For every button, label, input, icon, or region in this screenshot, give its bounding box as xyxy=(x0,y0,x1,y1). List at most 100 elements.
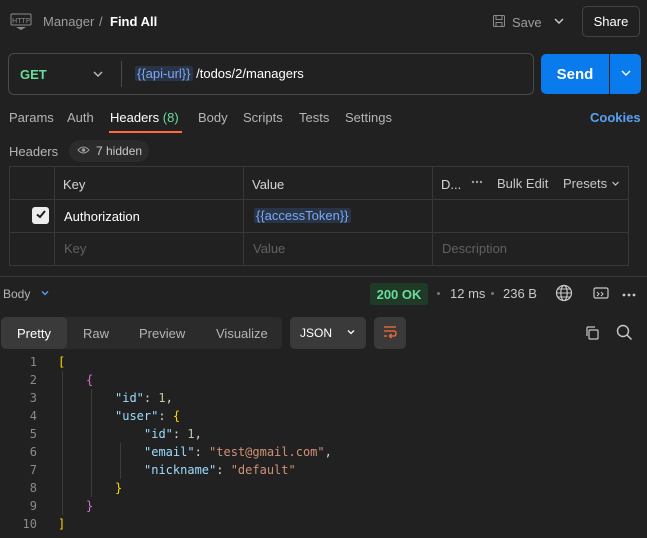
tab-headers-label: Headers xyxy=(110,110,160,125)
line-number: 7 xyxy=(29,463,37,477)
table-divider xyxy=(9,232,629,233)
send-button[interactable]: Send xyxy=(541,54,609,94)
table-divider xyxy=(432,166,433,266)
tab-headers[interactable]: Headers (8) xyxy=(110,110,179,125)
code-line: { xyxy=(86,373,94,387)
tab-settings[interactable]: Settings xyxy=(345,110,392,125)
chevron-down-icon xyxy=(346,326,356,340)
view-tab-preview[interactable]: Preview xyxy=(139,326,185,341)
tab-tests[interactable]: Tests xyxy=(299,110,329,125)
eye-icon xyxy=(77,144,90,158)
globe-icon[interactable] xyxy=(555,284,573,305)
more-options-icon[interactable] xyxy=(471,176,483,191)
save-icon xyxy=(492,14,506,31)
response-body-dropdown[interactable]: Body xyxy=(3,287,50,301)
panel-divider xyxy=(0,276,647,277)
presets-dropdown[interactable]: Presets xyxy=(563,176,620,191)
save-button[interactable]: Save xyxy=(492,10,542,34)
code-line: ] xyxy=(58,517,66,531)
line-number: 10 xyxy=(22,517,37,531)
url-path: /todos/2/managers xyxy=(196,66,304,81)
copy-icon[interactable] xyxy=(584,325,600,344)
hidden-headers-label: 7 hidden xyxy=(96,144,143,158)
line-number: 3 xyxy=(29,391,37,405)
code-line: [ xyxy=(58,355,66,369)
column-header-key: Key xyxy=(63,177,86,192)
code-line: } xyxy=(115,481,123,495)
table-divider xyxy=(243,166,244,266)
http-request-icon: HTTP xyxy=(10,11,32,31)
url-input[interactable]: {{api-url}} /todos/2/managers xyxy=(135,66,304,81)
view-tab-visualize[interactable]: Visualize xyxy=(216,326,268,341)
wrap-lines-icon xyxy=(382,325,398,342)
header-value-cell[interactable]: {{accessToken}} xyxy=(254,208,351,223)
view-tab-pretty[interactable]: Pretty xyxy=(17,326,51,341)
code-line: "id": 1, xyxy=(144,427,202,441)
response-size[interactable]: 236 B xyxy=(503,286,537,301)
new-key-input[interactable]: Key xyxy=(64,241,86,256)
column-header-value: Value xyxy=(252,177,285,192)
line-number: 4 xyxy=(29,409,37,423)
header-key-cell[interactable]: Authorization xyxy=(64,209,140,224)
tab-params[interactable]: Params xyxy=(9,110,54,125)
hidden-headers-toggle[interactable]: 7 hidden xyxy=(69,140,149,162)
url-variable-chip[interactable]: {{api-url}} xyxy=(135,66,193,81)
line-number: 6 xyxy=(29,445,37,459)
code-line: } xyxy=(86,499,94,513)
line-number: 2 xyxy=(29,373,37,387)
tab-scripts[interactable]: Scripts xyxy=(243,110,283,125)
search-icon[interactable] xyxy=(616,324,633,344)
code-line: "email": "test@gmail.com", xyxy=(144,445,332,459)
response-time[interactable]: 12 ms xyxy=(450,286,485,301)
checkmark-icon xyxy=(35,208,47,223)
view-tab-raw[interactable]: Raw xyxy=(83,326,109,341)
status-badge[interactable]: 200 OK xyxy=(370,283,428,305)
line-number: 1 xyxy=(29,355,37,369)
code-line: "user": { xyxy=(115,409,181,423)
tab-auth[interactable]: Auth xyxy=(67,110,94,125)
breadcrumb-separator: / xyxy=(99,14,103,29)
table-divider xyxy=(9,199,629,200)
chevron-down-icon xyxy=(620,67,632,82)
code-line: "nickname": "default" xyxy=(144,463,296,477)
svg-text:HTTP: HTTP xyxy=(12,17,30,25)
indent-guide xyxy=(120,443,121,479)
wrap-lines-button[interactable] xyxy=(374,317,406,349)
request-bar-divider xyxy=(121,61,122,87)
tab-headers-count: (8) xyxy=(162,110,179,125)
presets-label: Presets xyxy=(563,176,608,191)
send-options-button[interactable] xyxy=(610,54,641,94)
method-chevron-down-icon[interactable] xyxy=(92,68,104,80)
share-button[interactable]: Share xyxy=(582,6,640,37)
save-options-chevron-icon[interactable] xyxy=(552,14,566,28)
line-number: 9 xyxy=(29,499,37,513)
code-line: "id": 1, xyxy=(115,391,173,405)
separator-dot xyxy=(437,292,440,295)
cookies-link[interactable]: Cookies xyxy=(590,110,641,125)
bulk-edit-button[interactable]: Bulk Edit xyxy=(497,176,548,191)
indent-guide xyxy=(91,389,92,497)
method-select[interactable]: GET xyxy=(20,67,47,82)
save-response-icon[interactable] xyxy=(593,286,609,303)
active-tab-indicator xyxy=(109,131,182,133)
new-value-input[interactable]: Value xyxy=(253,241,285,256)
chevron-down-icon xyxy=(611,176,620,191)
header-enabled-checkbox[interactable] xyxy=(32,207,49,224)
indent-guide xyxy=(62,371,63,515)
save-label: Save xyxy=(512,14,542,30)
headers-section-title: Headers xyxy=(9,144,59,159)
line-number: 8 xyxy=(29,481,37,495)
tab-body[interactable]: Body xyxy=(198,110,228,125)
new-description-input[interactable]: Description xyxy=(442,241,507,256)
line-number: 5 xyxy=(29,427,37,441)
breadcrumb-collection[interactable]: Manager xyxy=(43,14,94,29)
separator-dot xyxy=(491,292,494,295)
response-body-label: Body xyxy=(3,287,31,301)
column-header-description: D... xyxy=(441,177,462,192)
more-options-icon[interactable] xyxy=(622,288,636,303)
table-divider xyxy=(54,166,55,266)
format-dropdown[interactable]: JSON xyxy=(290,317,366,349)
format-label: JSON xyxy=(300,326,333,340)
chevron-down-icon xyxy=(40,287,50,301)
request-title[interactable]: Find All xyxy=(110,14,157,29)
